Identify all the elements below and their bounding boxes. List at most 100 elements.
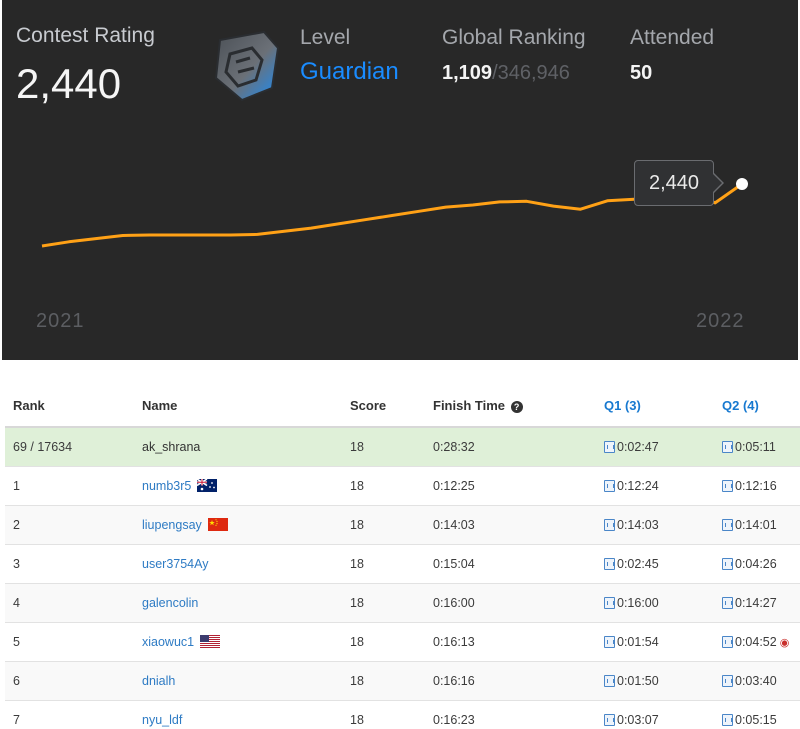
code-file-icon[interactable]	[722, 518, 733, 531]
name-cell: liupengsay	[134, 505, 342, 545]
score-cell: 18	[342, 466, 425, 506]
current-rating-point[interactable]	[736, 178, 748, 190]
user-name-link[interactable]: liupengsay	[142, 518, 202, 532]
q2-cell[interactable]: 0:14:27	[714, 583, 800, 623]
q1-time: 0:16:00	[617, 595, 659, 610]
guardian-badge-icon	[214, 30, 280, 102]
user-name-link[interactable]: nyu_ldf	[142, 713, 182, 727]
q2-cell[interactable]: 0:05:15	[714, 700, 800, 729]
q2-cell[interactable]: 0:04:26	[714, 544, 800, 584]
rank-cell: 1	[5, 466, 134, 506]
name-cell: galencolin	[134, 583, 342, 623]
q2-cell[interactable]: 0:12:16	[714, 466, 800, 506]
score-cell: 18	[342, 661, 425, 701]
global-rank: 1,109	[442, 62, 493, 84]
code-file-icon[interactable]	[722, 479, 733, 492]
q1-cell[interactable]: 0:02:47	[596, 427, 714, 467]
bug-icon[interactable]: ◉	[780, 637, 790, 649]
code-file-icon[interactable]	[604, 635, 615, 648]
code-file-icon[interactable]	[604, 440, 615, 453]
table-row: 2 liupengsay 18 0:14:03 0:14:03 0:14:01	[5, 505, 800, 545]
code-file-icon[interactable]	[604, 674, 615, 687]
user-name-link[interactable]: numb3r5	[142, 479, 191, 493]
level-label: Level	[300, 26, 351, 49]
china-flag	[202, 517, 228, 532]
table-row: 5 xiaowuc1 18 0:16:13 0:01:54 0:04:52 ◉	[5, 622, 800, 662]
q2-time: 0:04:26	[735, 556, 777, 571]
q2-time: 0:14:27	[735, 595, 777, 610]
rank-cell: 6	[5, 661, 134, 701]
q2-time: 0:03:40	[735, 673, 777, 688]
code-file-icon[interactable]	[604, 518, 615, 531]
code-file-icon[interactable]	[604, 557, 615, 570]
code-file-icon[interactable]	[722, 557, 733, 570]
code-file-icon[interactable]	[722, 674, 733, 687]
q1-cell[interactable]: 0:16:00	[596, 583, 714, 623]
q2-cell[interactable]: 0:04:52 ◉	[714, 622, 800, 662]
name-cell: dnialh	[134, 661, 342, 701]
q1-time: 0:03:07	[617, 712, 659, 727]
q1-cell[interactable]: 0:02:45	[596, 544, 714, 584]
finish-time-label: Finish Time	[433, 398, 505, 413]
q2-cell[interactable]: 0:05:11	[714, 427, 800, 467]
header-q1[interactable]: Q1 (3)	[596, 385, 714, 428]
q1-cell[interactable]: 0:14:03	[596, 505, 714, 545]
q1-cell[interactable]: 0:03:07	[596, 700, 714, 729]
table-row: 7 nyu_ldf 18 0:16:23 0:03:07 0:05:15	[5, 700, 800, 729]
q1-time: 0:01:54	[617, 634, 659, 649]
rank-cell: 4	[5, 583, 134, 623]
finish-time-cell: 0:16:23	[425, 700, 596, 729]
score-cell: 18	[342, 700, 425, 729]
rank-cell: 69 / 17634	[5, 427, 134, 467]
q1-time: 0:12:24	[617, 478, 659, 493]
name-cell: xiaowuc1	[134, 622, 342, 662]
q2-cell[interactable]: 0:03:40	[714, 661, 800, 701]
level-value[interactable]: Guardian	[300, 58, 399, 86]
finish-time-cell: 0:16:13	[425, 622, 596, 662]
code-file-icon[interactable]	[722, 440, 733, 453]
q1-time: 0:02:45	[617, 556, 659, 571]
finish-time-cell: 0:16:16	[425, 661, 596, 701]
q1-time: 0:14:03	[617, 517, 659, 532]
header-score: Score	[342, 385, 425, 428]
x-axis-end-label: 2022	[696, 310, 745, 332]
global-ranking-value: 1,109/346,946	[442, 62, 570, 85]
table-body: 69 / 17634 ak_shrana 18 0:28:32 0:02:47 0:05:…	[5, 427, 800, 729]
user-name-link[interactable]: user3754Ay	[142, 557, 209, 571]
table-row: 1 numb3r5 18 0:12:25 0:12:24 0:12:16	[5, 466, 800, 506]
score-cell: 18	[342, 505, 425, 545]
q2-time: 0:14:01	[735, 517, 777, 532]
code-file-icon[interactable]	[722, 596, 733, 609]
finish-time-cell: 0:12:25	[425, 466, 596, 506]
rank-cell: 2	[5, 505, 134, 545]
name-cell: numb3r5	[134, 466, 342, 506]
user-name-link[interactable]: xiaowuc1	[142, 635, 194, 649]
q2-time: 0:05:15	[735, 712, 777, 727]
header-rank: Rank	[5, 385, 134, 428]
name-cell: nyu_ldf	[134, 700, 342, 729]
code-file-icon[interactable]	[604, 713, 615, 726]
q1-cell[interactable]: 0:12:24	[596, 466, 714, 506]
q2-time: 0:05:11	[735, 439, 776, 454]
header-finish-time: Finish Time ?	[425, 385, 596, 428]
code-file-icon[interactable]	[722, 713, 733, 726]
user-name-link[interactable]: galencolin	[142, 596, 198, 610]
rank-cell: 7	[5, 700, 134, 729]
q2-cell[interactable]: 0:14:01	[714, 505, 800, 545]
contest-rating-card: Contest Rating 2,440 Level Guardian Glob…	[2, 0, 798, 360]
code-file-icon[interactable]	[722, 635, 733, 648]
q1-cell[interactable]: 0:01:54	[596, 622, 714, 662]
code-file-icon[interactable]	[604, 596, 615, 609]
name-cell: user3754Ay	[134, 544, 342, 584]
my-result-row: 69 / 17634 ak_shrana 18 0:28:32 0:02:47 0:05:…	[5, 427, 800, 467]
q1-cell[interactable]: 0:01:50	[596, 661, 714, 701]
user-name-link[interactable]: dnialh	[142, 674, 175, 688]
q2-time: 0:12:16	[735, 478, 777, 493]
question-circle-icon[interactable]: ?	[510, 401, 523, 413]
header-q2[interactable]: Q2 (4)	[714, 385, 800, 428]
code-file-icon[interactable]	[604, 479, 615, 492]
rank-cell: 3	[5, 544, 134, 584]
rating-tooltip: 2,440	[634, 160, 724, 206]
contest-ranking-table: Rank Name Score Finish Time ? Q1 (3) Q2 …	[5, 385, 800, 729]
attended-value: 50	[630, 62, 653, 84]
